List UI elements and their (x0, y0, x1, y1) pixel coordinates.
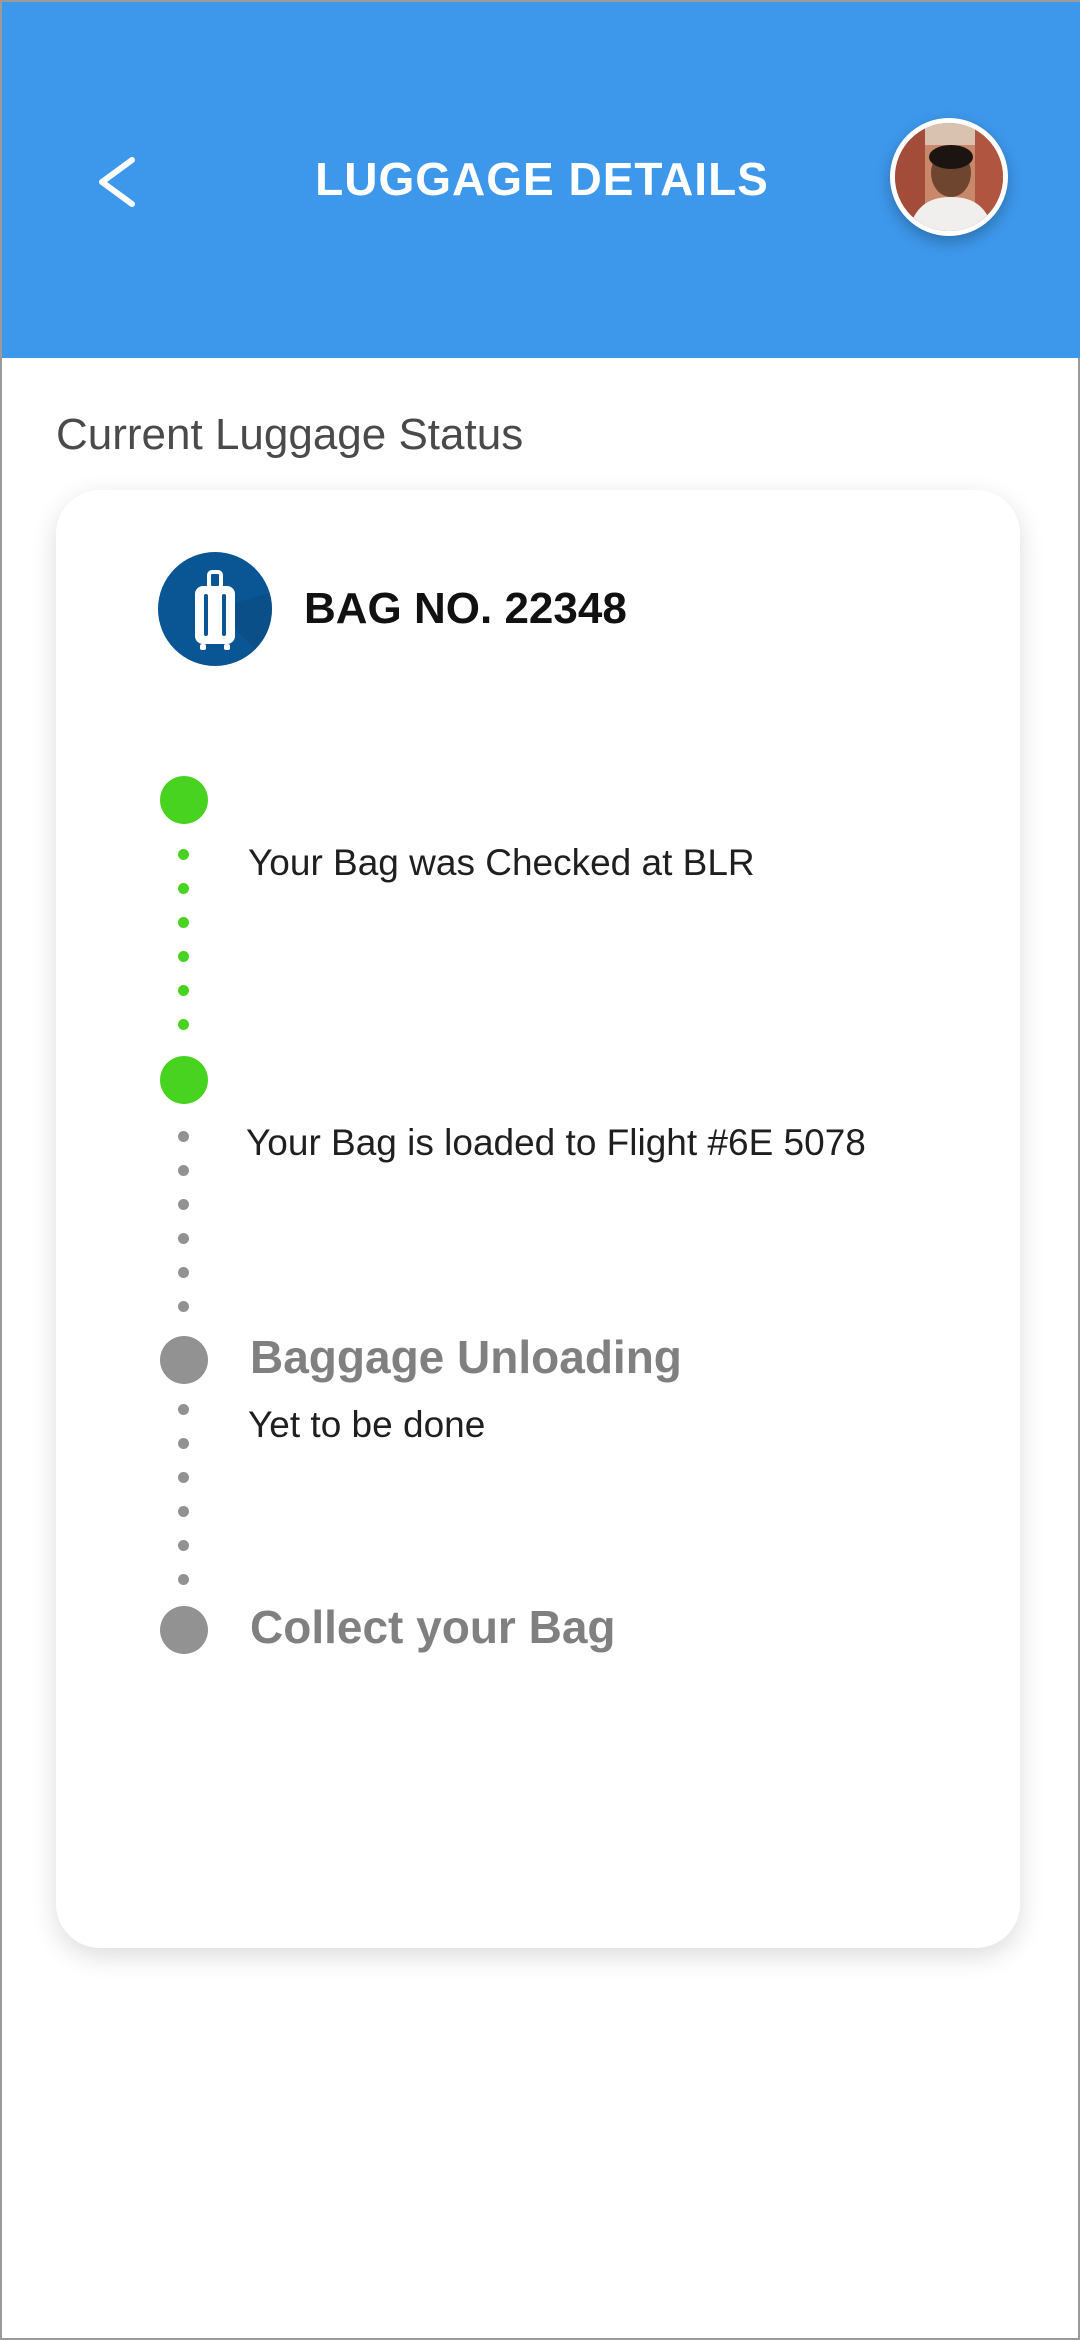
step-text-loaded: Your Bag is loaded to Flight #6E 5078 (246, 1122, 866, 1163)
timeline-connector-dot (178, 985, 189, 996)
timeline-connector-dot (178, 1267, 189, 1278)
step-title-unloading: Baggage Unloading (250, 1331, 682, 1383)
timeline-connector-dot (178, 1131, 189, 1142)
timeline-connector-dot (178, 1404, 189, 1415)
timeline-connector-dot (178, 883, 189, 894)
timeline-connector-dot (178, 849, 189, 860)
timeline-node-loaded (160, 1056, 208, 1104)
timeline-connector-dot (178, 1506, 189, 1517)
timeline-node-collect (160, 1606, 208, 1654)
timeline-connector-dot (178, 1301, 189, 1312)
timeline-connector-dot (178, 1233, 189, 1244)
avatar-photo-icon (895, 123, 1003, 231)
section-title: Current Luggage Status (56, 410, 524, 459)
app-header: LUGGAGE DETAILS (2, 2, 1080, 358)
timeline-connector-dot (178, 951, 189, 962)
timeline-connector-dot (178, 1019, 189, 1030)
timeline-connector-dot (178, 1472, 189, 1483)
timeline-connector-dot (178, 1540, 189, 1551)
timeline-node-checked (160, 776, 208, 824)
timeline-connector-dot (178, 1199, 189, 1210)
timeline-connector-dot (178, 1165, 189, 1176)
bag-number: BAG NO. 22348 (304, 584, 627, 633)
user-avatar[interactable] (890, 118, 1008, 236)
step-title-collect: Collect your Bag (250, 1601, 616, 1653)
luggage-status-card (56, 490, 1020, 1948)
step-text-checked: Your Bag was Checked at BLR (248, 842, 755, 883)
suitcase-icon (158, 552, 272, 666)
timeline-connector-dot (178, 917, 189, 928)
step-text-unloading: Yet to be done (248, 1404, 486, 1445)
timeline-connector-dot (178, 1574, 189, 1585)
timeline-node-unloading (160, 1336, 208, 1384)
timeline-connector-dot (178, 1438, 189, 1449)
